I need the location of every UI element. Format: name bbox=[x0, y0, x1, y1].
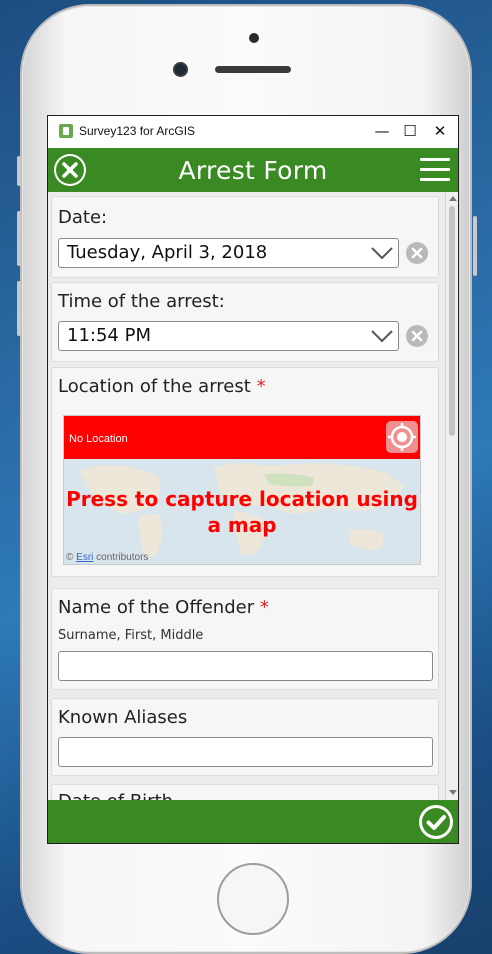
aliases-input[interactable] bbox=[58, 737, 433, 767]
attribution-copyright: © bbox=[66, 552, 74, 563]
required-marker: * bbox=[259, 597, 269, 618]
power-button bbox=[473, 216, 477, 276]
dob-label: Date of Birth bbox=[58, 791, 173, 800]
clear-date-button[interactable] bbox=[406, 242, 428, 264]
offender-name-label-text: Name of the Offender bbox=[58, 597, 255, 618]
app-window: Survey123 for ArcGIS — ☐ ✕ Arrest Form D… bbox=[47, 115, 459, 844]
location-label-text: Location of the arrest bbox=[58, 376, 251, 397]
attribution-suffix: contributors bbox=[96, 552, 149, 563]
minimize-button[interactable]: — bbox=[368, 120, 396, 142]
offender-name-input[interactable] bbox=[58, 651, 433, 681]
capture-location-prompt[interactable]: Press to capture location using a map bbox=[64, 486, 420, 538]
date-picker[interactable]: Tuesday, April 3, 2018 bbox=[58, 238, 399, 268]
form-scrollbar[interactable] bbox=[445, 192, 458, 800]
window-close-button[interactable]: ✕ bbox=[426, 120, 454, 142]
location-map[interactable]: No Location Press to capture location us… bbox=[63, 415, 421, 565]
mute-switch bbox=[17, 156, 21, 186]
aliases-label: Known Aliases bbox=[58, 707, 188, 728]
no-location-text: No Location bbox=[69, 433, 128, 445]
map-attribution: © Esri contributors bbox=[66, 552, 148, 563]
location-label: Location of the arrest * bbox=[58, 376, 266, 397]
dob-question: Date of Birth bbox=[51, 784, 439, 800]
earpiece-speaker bbox=[215, 66, 291, 73]
esri-link[interactable]: Esri bbox=[76, 552, 93, 563]
scroll-up-arrow[interactable] bbox=[449, 196, 457, 201]
date-question: Date: Tuesday, April 3, 2018 bbox=[51, 196, 439, 278]
sensor-dot bbox=[249, 33, 259, 43]
location-question: Location of the arrest * No Location Pre… bbox=[51, 367, 439, 577]
gps-locate-icon bbox=[388, 423, 416, 451]
window-titlebar: Survey123 for ArcGIS — ☐ ✕ bbox=[48, 116, 458, 148]
checkmark-icon bbox=[422, 808, 450, 836]
hamburger-menu-icon[interactable] bbox=[420, 158, 450, 182]
window-title: Survey123 for ArcGIS bbox=[79, 124, 196, 138]
clear-icon bbox=[411, 247, 423, 259]
time-label: Time of the arrest: bbox=[58, 291, 225, 312]
gps-locate-button[interactable] bbox=[386, 421, 418, 453]
chevron-down-icon bbox=[371, 247, 393, 260]
capture-prompt-line-1: Press to capture location using bbox=[66, 487, 418, 511]
offender-name-question: Name of the Offender * Surname, First, M… bbox=[51, 588, 439, 690]
time-picker[interactable]: 11:54 PM bbox=[58, 321, 399, 351]
offender-name-label: Name of the Offender * bbox=[58, 597, 269, 618]
home-button[interactable] bbox=[217, 863, 289, 935]
required-marker: * bbox=[256, 376, 266, 397]
aliases-question: Known Aliases bbox=[51, 698, 439, 776]
time-value: 11:54 PM bbox=[67, 325, 151, 346]
front-camera bbox=[173, 62, 188, 77]
scroll-thumb[interactable] bbox=[449, 206, 455, 436]
page-title: Arrest Form bbox=[178, 156, 328, 185]
volume-up-button bbox=[17, 211, 21, 266]
maximize-button[interactable]: ☐ bbox=[396, 120, 424, 142]
volume-down-button bbox=[17, 281, 21, 336]
clear-time-button[interactable] bbox=[406, 325, 428, 347]
offender-name-hint: Surname, First, Middle bbox=[58, 628, 204, 643]
clear-icon bbox=[411, 330, 423, 342]
app-header: Arrest Form bbox=[48, 148, 458, 192]
chevron-down-icon bbox=[371, 330, 393, 343]
location-status-banner: No Location bbox=[64, 416, 420, 459]
scroll-down-arrow[interactable] bbox=[449, 790, 457, 795]
time-question: Time of the arrest: 11:54 PM bbox=[51, 282, 439, 362]
submit-button[interactable] bbox=[419, 805, 453, 839]
capture-prompt-line-2: a map bbox=[207, 513, 277, 537]
date-label: Date: bbox=[58, 207, 108, 228]
form-scroll-area[interactable]: Date: Tuesday, April 3, 2018 Time of the… bbox=[48, 192, 445, 800]
date-value: Tuesday, April 3, 2018 bbox=[67, 242, 268, 263]
survey123-app-icon bbox=[59, 124, 73, 138]
form-footer bbox=[48, 800, 458, 843]
